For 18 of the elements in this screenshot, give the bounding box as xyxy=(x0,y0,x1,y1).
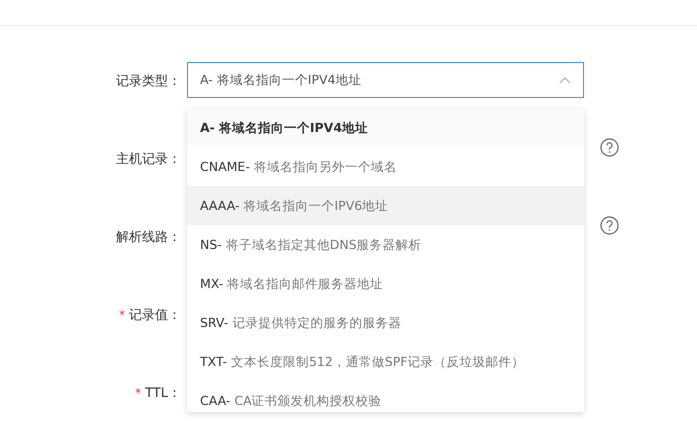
dropdown-option[interactable]: A- 将域名指向一个IPV4地址 xyxy=(187,108,584,147)
help-icon[interactable] xyxy=(600,138,619,157)
field-label: TTL： xyxy=(145,385,181,402)
required-mark: * xyxy=(119,308,125,322)
help-icon[interactable] xyxy=(600,216,619,235)
dropdown-option[interactable]: CAA- CA证书颁发机构授权校验 xyxy=(187,381,584,412)
dropdown-option[interactable]: CNAME- 将域名指向另外一个域名 xyxy=(187,147,584,186)
dropdown-option[interactable]: AAAA- 将域名指向一个IPV6地址 xyxy=(187,186,584,225)
field-label: 解析线路： xyxy=(116,229,181,246)
dropdown-option[interactable]: NS- 将子域名指定其他DNS服务器解析 xyxy=(187,225,584,264)
field-label: 记录类型： xyxy=(116,73,181,90)
dropdown-option[interactable]: MX- 将域名指向邮件服务器地址 xyxy=(187,264,584,303)
field-label: 主机记录： xyxy=(116,151,181,168)
field-label: 记录值： xyxy=(129,307,181,324)
required-mark: * xyxy=(135,386,142,400)
dropdown-option[interactable]: TXT- 文本长度限制512，通常做SPF记录（反垃圾邮件） xyxy=(187,342,584,381)
record-type-select[interactable]: A- 将域名指向一个IPV4地址 xyxy=(187,62,584,98)
dropdown-option[interactable]: SRV- 记录提供特定的服务的服务器 xyxy=(187,303,584,342)
